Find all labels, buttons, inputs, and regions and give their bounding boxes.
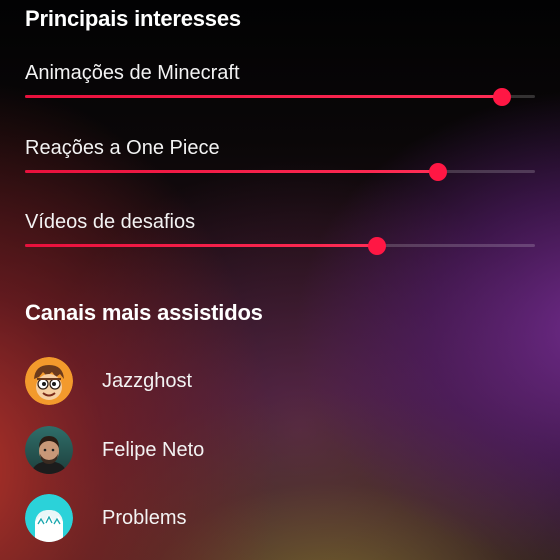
interest-slider-one-piece[interactable]: Reações a One Piece bbox=[25, 137, 535, 187]
channel-name: Jazzghost bbox=[102, 370, 193, 392]
channel-name: Felipe Neto bbox=[102, 439, 205, 461]
slider-label: Animações de Minecraft bbox=[25, 62, 240, 84]
slider-track[interactable] bbox=[25, 163, 535, 181]
channels-title: Canais mais assistidos bbox=[25, 300, 263, 325]
slider-fill bbox=[25, 244, 377, 247]
channel-item-felipe-neto[interactable]: Felipe Neto bbox=[25, 426, 525, 476]
interest-slider-minecraft[interactable]: Animações de Minecraft bbox=[25, 62, 535, 112]
slider-label: Vídeos de desafios bbox=[25, 211, 196, 233]
slider-track[interactable] bbox=[25, 237, 535, 255]
interest-slider-challenges[interactable]: Vídeos de desafios bbox=[25, 211, 535, 261]
interests-title: Principais interesses bbox=[25, 6, 241, 31]
slider-fill bbox=[25, 95, 502, 98]
slider-thumb[interactable] bbox=[429, 163, 448, 181]
cyan-hair-character-avatar-icon bbox=[25, 494, 73, 542]
channel-item-problems[interactable]: Problems bbox=[25, 494, 525, 544]
cartoon-face-avatar-icon bbox=[25, 357, 73, 405]
person-photo-avatar-icon bbox=[25, 426, 73, 474]
channel-name: Problems bbox=[102, 507, 187, 529]
slider-label: Reações a One Piece bbox=[25, 137, 220, 159]
slider-track[interactable] bbox=[25, 88, 535, 106]
slider-thumb[interactable] bbox=[367, 237, 386, 255]
channel-item-jazzghost[interactable]: Jazzghost bbox=[25, 357, 525, 407]
slider-thumb[interactable] bbox=[492, 88, 511, 106]
slider-fill bbox=[25, 170, 439, 173]
